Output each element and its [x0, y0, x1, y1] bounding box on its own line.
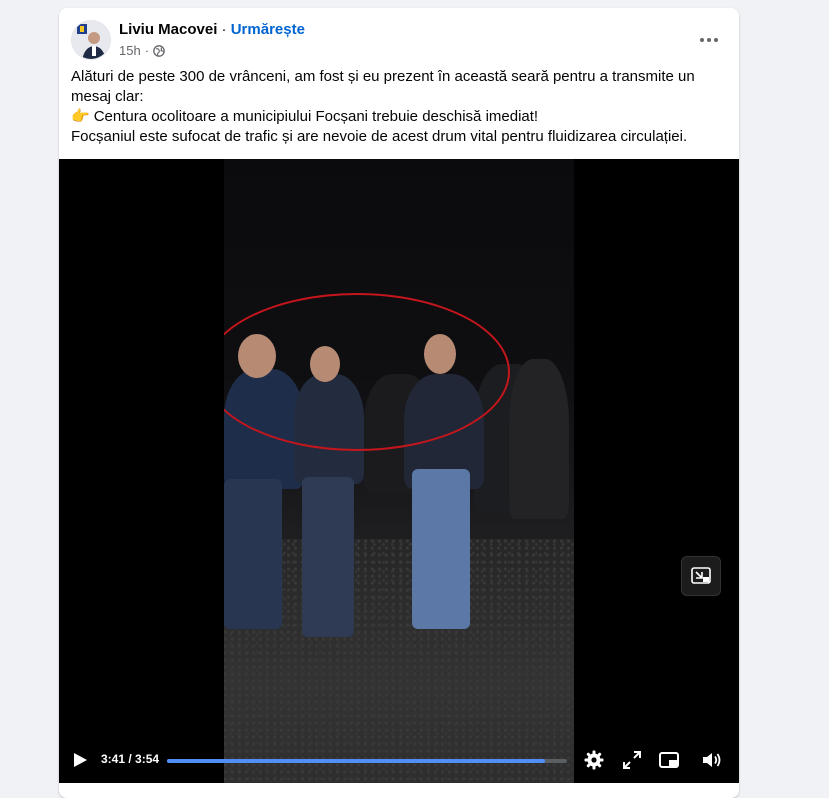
play-icon[interactable] [71, 751, 89, 769]
minimize-icon [691, 567, 711, 584]
current-time: 3:41 [101, 752, 126, 766]
post-body: Alături de peste 300 de vrânceni, am fos… [71, 67, 721, 147]
person-center-legs [302, 477, 354, 637]
post-timestamp[interactable]: 15h [119, 43, 141, 58]
video-frame[interactable] [224, 159, 574, 783]
meta-separator: · [144, 43, 150, 58]
globe-icon [153, 44, 165, 57]
post-text-line-1: Alături de peste 300 de vrânceni, am fos… [71, 68, 695, 105]
duration: 3:54 [135, 752, 160, 766]
author-name[interactable]: Liviu Macovei [119, 21, 217, 38]
video-player[interactable]: 3:41 / 3:54 [59, 159, 739, 783]
post-header: Liviu Macovei · Urmărește 15h · [59, 8, 739, 68]
fullscreen-icon[interactable] [621, 749, 643, 771]
video-time: 3:41 / 3:54 [101, 752, 159, 766]
follow-button[interactable]: Urmărește [231, 21, 305, 38]
author-line: Liviu Macovei · Urmărește [119, 21, 305, 39]
time-separator: / [125, 752, 136, 766]
video-controls: 3:41 / 3:54 [59, 737, 739, 783]
picture-in-picture-icon[interactable] [658, 749, 680, 771]
volume-icon[interactable] [700, 749, 722, 771]
more-options-button[interactable] [691, 26, 727, 54]
post-text-line-2: 👉 Centura ocolitoare a municipiului Focșa… [71, 107, 721, 127]
post-text-line-2-text: Centura ocolitoare a municipiului Focșan… [93, 108, 539, 125]
author-avatar[interactable] [71, 20, 111, 60]
post-card: Liviu Macovei · Urmărește 15h · Alături … [59, 8, 739, 798]
more-horizontal-icon [700, 38, 704, 42]
person-vest-legs [224, 479, 282, 629]
person-right-jeans [412, 469, 470, 629]
more-horizontal-icon-dot [707, 38, 711, 42]
post-text-line-3: Focșaniul este sufocat de trafic și are … [71, 128, 688, 145]
video-progress-bar[interactable] [167, 759, 567, 763]
author-separator: · [221, 21, 227, 38]
page-scrollbar[interactable] [811, 0, 829, 785]
settings-icon[interactable] [583, 749, 605, 771]
crowd-figure [509, 359, 569, 519]
more-horizontal-icon-dot [714, 38, 718, 42]
pointing-hand-icon: 👉 [71, 108, 90, 125]
video-progress-fill [167, 759, 545, 763]
minimize-video-button[interactable] [681, 556, 721, 596]
post-meta: 15h · [119, 43, 165, 58]
